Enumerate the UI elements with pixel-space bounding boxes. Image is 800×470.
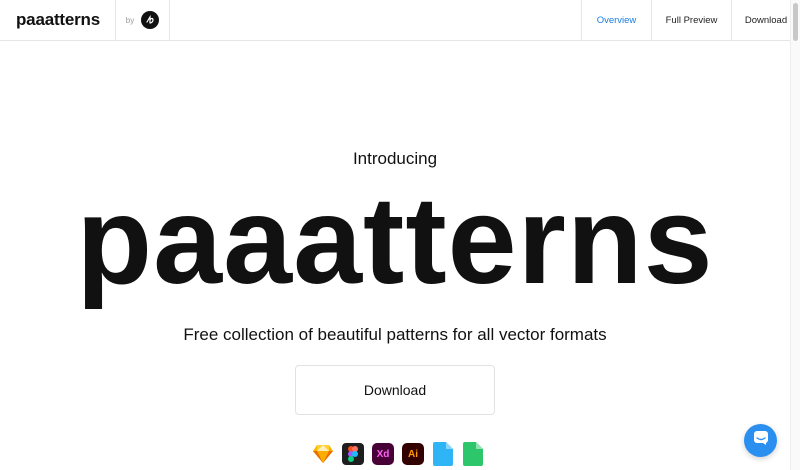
xd-icon: Xd xyxy=(371,442,395,466)
by-label: by xyxy=(125,15,135,25)
illustrator-icon: Ai xyxy=(401,442,425,466)
figma-icon xyxy=(341,442,365,466)
author-logo-icon xyxy=(141,11,160,29)
format-icons: Xd Ai xyxy=(311,442,485,466)
svg-icon xyxy=(461,442,485,466)
nav-overview[interactable]: Overview xyxy=(581,0,651,40)
ai-label: Ai xyxy=(402,443,424,465)
nav-full-preview[interactable]: Full Preview xyxy=(651,0,731,40)
brand-logo[interactable]: paaatterns xyxy=(0,0,116,40)
hero-title: paaatterns xyxy=(76,172,714,310)
xd-label: Xd xyxy=(372,443,394,465)
author-credit[interactable]: by xyxy=(116,0,170,40)
main-nav: Overview Full Preview Download xyxy=(581,0,800,40)
download-button[interactable]: Download xyxy=(295,365,495,415)
chat-launcher-button[interactable] xyxy=(744,424,777,457)
chat-icon xyxy=(753,430,769,451)
sketch-icon xyxy=(311,442,335,466)
scrollbar-thumb[interactable] xyxy=(793,3,798,41)
png-icon xyxy=(431,442,455,466)
scrollbar[interactable] xyxy=(790,0,800,470)
hero-eyebrow: Introducing xyxy=(352,149,438,168)
top-navigation-bar: paaatterns by Overview Full Preview Down… xyxy=(0,0,800,41)
hero-subtitle: Free collection of beautiful patterns fo… xyxy=(183,325,607,344)
